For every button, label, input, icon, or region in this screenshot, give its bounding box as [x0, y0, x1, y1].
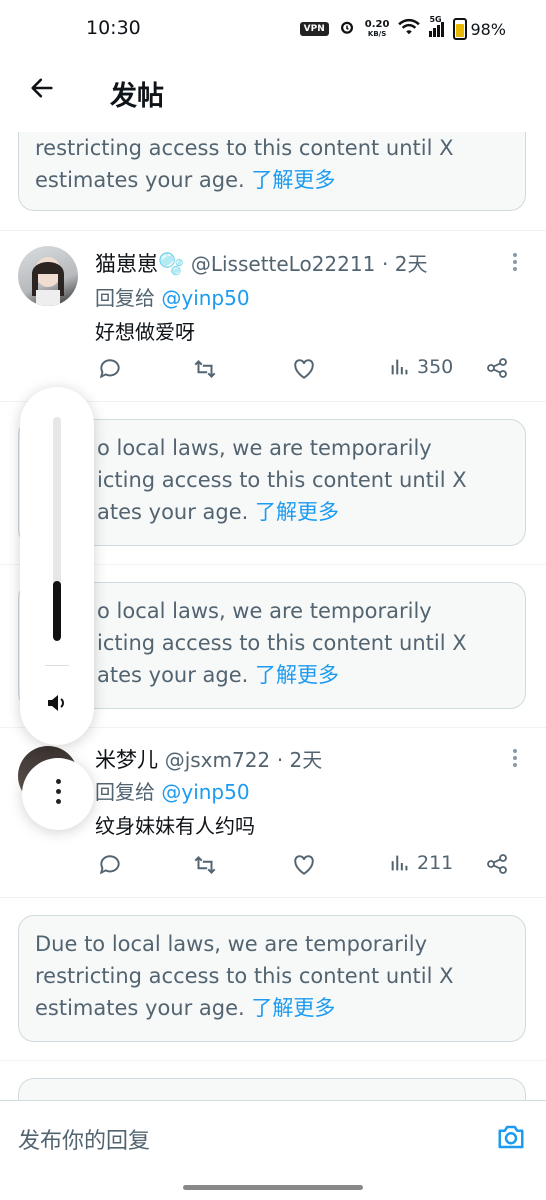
views-icon — [391, 855, 408, 871]
share-icon[interactable] — [485, 852, 509, 876]
volume-divider — [45, 665, 69, 666]
age-restriction-notice: o local laws, we are temporarily icting … — [18, 582, 526, 709]
reply-icon[interactable] — [97, 356, 123, 382]
status-time: 10:30 — [86, 17, 141, 39]
age-restriction-notice: Due to local laws, we are temporarily re… — [18, 915, 526, 1042]
handle[interactable]: @LissetteLo22211 — [191, 252, 375, 276]
volume-panel[interactable] — [20, 387, 94, 745]
status-bar: 10:30 VPN 0.20 KB/S 5G 98% — [0, 0, 546, 58]
tweet-author[interactable]: 米梦儿 @jsxm722 · 2天 — [95, 744, 322, 774]
alarm-icon — [338, 18, 356, 40]
reply-to-handle[interactable]: @yinp50 — [161, 286, 249, 310]
reply-to-line: 回复给 @yinp50 — [95, 780, 250, 804]
views-stat[interactable]: 211 — [389, 852, 453, 874]
battery-percent: 98% — [470, 19, 506, 39]
reply-icon[interactable] — [97, 852, 123, 878]
retweet-icon[interactable] — [191, 356, 219, 382]
views-count: 350 — [417, 356, 454, 378]
learn-more-link[interactable]: 了解更多 — [251, 168, 335, 192]
more-vertical-icon — [22, 758, 94, 804]
wifi-icon — [398, 18, 421, 40]
learn-more-link[interactable]: 了解更多 — [251, 996, 335, 1020]
status-icons: VPN 0.20 KB/S 5G 98% — [299, 15, 506, 40]
views-count: 211 — [417, 852, 454, 874]
views-stat[interactable]: 350 — [389, 356, 453, 378]
divider — [0, 897, 546, 898]
display-name[interactable]: 猫崽崽🫧 — [95, 252, 184, 276]
tweet-actions: 350 — [95, 356, 515, 386]
page-title: 发帖 — [110, 81, 164, 112]
reply-to-handle[interactable]: @yinp50 — [161, 780, 249, 804]
reply-composer[interactable]: 发布你的回复 — [0, 1100, 546, 1171]
retweet-icon[interactable] — [191, 852, 219, 878]
battery: 98% — [453, 18, 506, 40]
views-icon — [391, 359, 408, 375]
display-name[interactable]: 米梦儿 — [95, 748, 158, 772]
handle[interactable]: @jsxm722 — [165, 748, 270, 772]
age-restriction-notice: o local laws, we are temporarily icting … — [18, 419, 526, 546]
learn-more-link[interactable]: 了解更多 — [255, 500, 339, 524]
reply-input[interactable]: 发布你的回复 — [18, 1123, 150, 1155]
camera-icon[interactable] — [496, 1123, 526, 1155]
tweet-actions: 211 — [95, 852, 515, 882]
learn-more-link[interactable]: 了解更多 — [255, 663, 339, 687]
signal-icon: 5G — [429, 15, 445, 37]
reply-tweet[interactable]: 猫崽崽🫧 @LissetteLo22211 · 2天 回复给 @yinp50 好… — [0, 232, 546, 400]
divider — [0, 1060, 546, 1061]
timestamp: · 2天 — [382, 252, 428, 276]
tweet-text: 纹身妹妹有人约吗 — [95, 814, 255, 838]
like-icon[interactable] — [291, 852, 317, 878]
battery-icon — [453, 18, 468, 40]
volume-slider[interactable] — [53, 417, 61, 641]
vpn-badge: VPN — [299, 22, 329, 36]
home-indicator[interactable] — [183, 1185, 363, 1190]
share-icon[interactable] — [485, 356, 509, 380]
volume-more-button[interactable] — [22, 758, 94, 830]
tweet-author[interactable]: 猫崽崽🫧 @LissetteLo22211 · 2天 — [95, 248, 427, 278]
more-options-icon[interactable] — [512, 250, 518, 274]
divider — [0, 230, 546, 231]
more-options-icon[interactable] — [512, 746, 518, 770]
like-icon[interactable] — [291, 356, 317, 382]
network-speed: 0.20 KB/S — [364, 18, 390, 38]
speaker-icon[interactable] — [45, 691, 69, 719]
volume-level — [53, 580, 61, 641]
tweet-text: 好想做爱呀 — [95, 320, 195, 344]
back-arrow-icon[interactable] — [28, 74, 58, 104]
reply-to-line: 回复给 @yinp50 — [95, 286, 250, 310]
timestamp: · 2天 — [276, 748, 323, 772]
avatar[interactable] — [18, 246, 78, 306]
